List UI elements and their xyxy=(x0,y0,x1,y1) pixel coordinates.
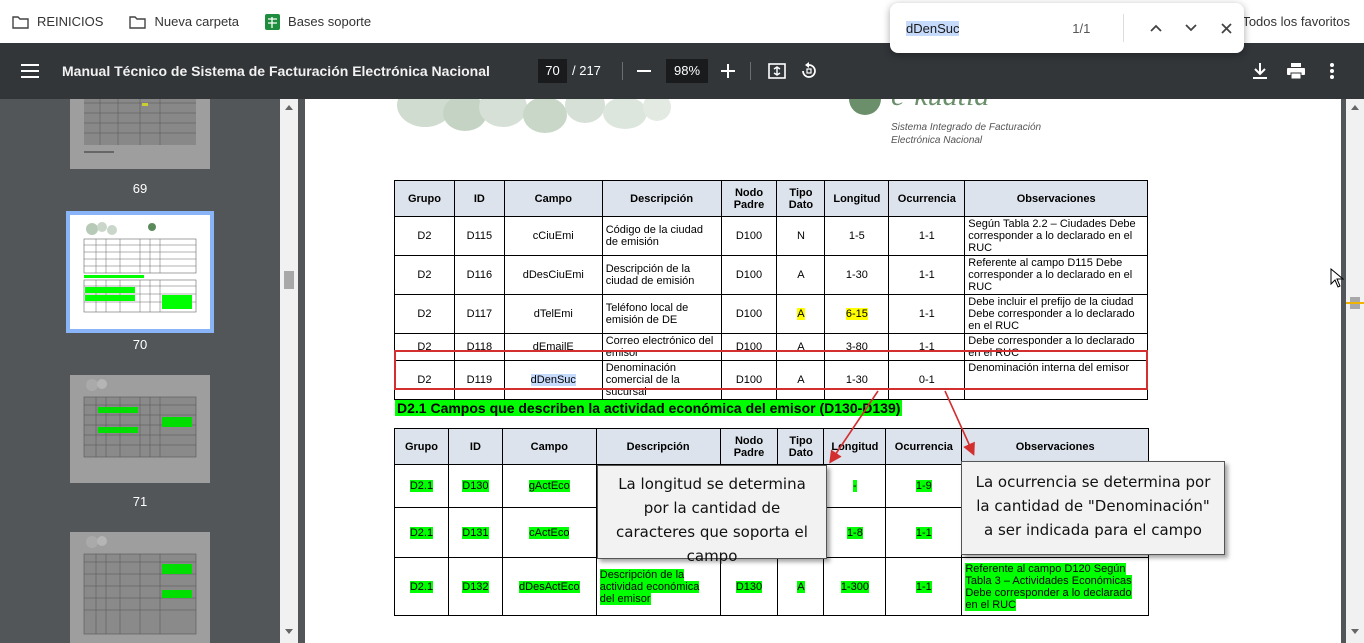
thumbnail-preview xyxy=(83,379,197,458)
sidebar-scroll-thumb[interactable] xyxy=(284,271,294,289)
find-divider xyxy=(1123,14,1125,42)
fit-page-icon xyxy=(768,63,786,79)
minus-icon xyxy=(637,70,651,72)
chevron-up-icon xyxy=(1150,24,1162,32)
bookmark-label: Nueva carpeta xyxy=(154,14,240,29)
menu-button[interactable] xyxy=(18,59,42,83)
thumbnail-sidebar: 69 70 71 xyxy=(0,99,280,643)
zoom-in-button[interactable] xyxy=(716,59,740,83)
bookmark-bases-soporte[interactable]: Bases soporte xyxy=(265,13,372,30)
all-bookmarks-link[interactable]: Todos los favoritos xyxy=(1242,14,1350,29)
sheets-icon xyxy=(265,13,281,30)
find-query-text: dDenSuc xyxy=(906,20,960,36)
fit-page-button[interactable] xyxy=(765,59,789,83)
folder-icon xyxy=(12,15,29,29)
rotate-button[interactable] xyxy=(797,59,821,83)
document-title: Manual Técnico de Sistema de Facturación… xyxy=(62,63,490,79)
page-number-input[interactable]: 70 xyxy=(538,59,567,83)
rotate-icon xyxy=(802,62,816,78)
mouse-cursor-icon xyxy=(1330,268,1344,288)
callout-longitud: La longitud se determina por la cantidad… xyxy=(597,465,827,565)
arrow-to-ocurrencia-callout xyxy=(944,390,975,456)
sidebar-scrollbar[interactable] xyxy=(280,99,298,643)
more-options-button[interactable] xyxy=(1320,59,1344,83)
zoom-input[interactable]: 98% xyxy=(666,59,708,83)
page-total: / 217 xyxy=(572,63,601,78)
thumbnail-page-70[interactable] xyxy=(66,211,214,333)
scroll-down-icon xyxy=(1351,629,1359,634)
folder-icon xyxy=(129,15,147,29)
find-previous-button[interactable] xyxy=(1138,10,1173,46)
print-button[interactable] xyxy=(1284,59,1308,83)
print-icon xyxy=(1287,63,1305,79)
scroll-up-icon xyxy=(285,105,293,110)
find-bar: dDenSuc 1/1 xyxy=(890,3,1244,53)
arrow-to-longitud-callout xyxy=(829,390,879,464)
toolbar-divider xyxy=(750,62,751,80)
thumbnail-page-71[interactable] xyxy=(70,375,210,483)
document-scrollbar[interactable] xyxy=(1346,99,1364,643)
find-close-button[interactable] xyxy=(1209,10,1244,46)
toolbar-divider xyxy=(622,62,623,80)
zoom-out-button[interactable] xyxy=(632,59,656,83)
thumbnail-page-69[interactable] xyxy=(70,99,210,169)
find-next-button[interactable] xyxy=(1174,10,1209,46)
search-match-marker xyxy=(1346,302,1364,304)
scroll-up-icon xyxy=(1351,105,1359,110)
thumbnail-preview xyxy=(83,536,197,635)
find-input[interactable]: dDenSuc xyxy=(906,20,1072,36)
thumbnail-preview xyxy=(83,222,197,313)
bookmark-reinicios[interactable]: REINICIOS xyxy=(12,14,103,29)
thumbnail-label: 70 xyxy=(132,337,148,352)
scroll-down-icon xyxy=(285,629,293,634)
download-button[interactable] xyxy=(1248,59,1272,83)
thumbnail-label: 71 xyxy=(132,494,148,509)
bookmark-label: REINICIOS xyxy=(37,14,104,29)
download-icon xyxy=(1253,63,1267,79)
pdf-page: e-kuatia Sistema Integrado de Facturació… xyxy=(305,99,1341,643)
bookmark-label: Bases soporte xyxy=(288,14,372,29)
thumbnail-label: 69 xyxy=(132,181,148,196)
close-icon xyxy=(1221,22,1232,34)
thumbnail-preview xyxy=(84,99,196,153)
plus-icon xyxy=(721,64,735,78)
thumbnail-page-72[interactable] xyxy=(70,532,210,643)
find-match-count: 1/1 xyxy=(1072,20,1091,36)
hamburger-icon xyxy=(21,64,39,78)
chevron-down-icon xyxy=(1185,24,1197,32)
callout-ocurrencia: La ocurrencia se determina por la cantid… xyxy=(961,461,1225,555)
more-vert-icon xyxy=(1330,63,1334,79)
annotation-arrows xyxy=(829,390,975,464)
bookmark-nueva-carpeta[interactable]: Nueva carpeta xyxy=(129,14,239,29)
